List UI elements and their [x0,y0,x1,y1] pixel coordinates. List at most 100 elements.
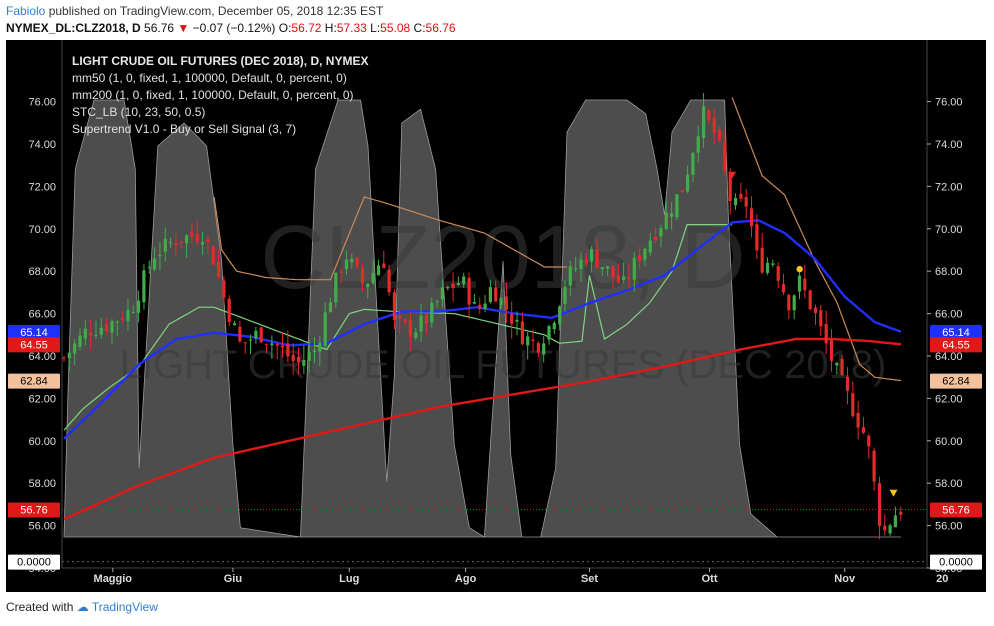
candle-body [781,284,786,293]
candle-body [105,323,109,332]
candle-body [472,302,476,304]
candle-body [547,326,551,340]
candle-body [435,301,439,303]
candle-body [126,309,130,322]
candle-body [755,224,759,251]
candle-body [185,235,189,244]
candle-body [563,286,567,304]
legend-mm50: mm50 (1, 0, fixed, 1, 100000, Default, 0… [72,71,347,85]
publish-line: Fabiolo published on TradingView.com, De… [6,4,383,18]
candle-body [760,247,764,273]
candle-body [483,303,487,309]
y-tick-label-right: 74.00 [935,139,963,151]
candle-body [350,258,354,263]
candle-body [712,117,716,133]
open-value: 56.72 [291,21,322,35]
candle-body [787,295,791,311]
price-chart[interactable]: CLZ2018, D LIGHT CRUDE OIL FUTURES (DEC … [6,40,986,592]
x-tick-label: Ago [455,573,477,585]
candle-body [307,351,311,361]
y-tick-label-right: 76.00 [935,97,963,109]
candle-body [590,249,594,262]
y-tick-label-left: 66.00 [28,309,56,321]
candle-body [211,246,215,265]
candle-body [638,255,642,261]
candle-body [526,336,530,346]
price-tag-text-right: 62.84 [942,376,970,388]
high-value: 57.33 [336,21,367,35]
candle-body [744,197,748,207]
candle-body [488,287,492,303]
y-tick-label-left: 64.00 [28,351,56,363]
candle-body [888,525,892,534]
candle-body [366,283,370,288]
tradingview-logo-icon: ☁ [76,600,89,614]
price-tag-text-left: 62.84 [20,376,48,388]
y-tick-label-left: 58.00 [28,478,56,490]
candle-body [659,228,663,237]
candle-body [360,268,365,284]
candle-body [355,258,359,267]
candle-body [440,287,444,300]
candle-body [312,350,317,353]
legend-mm200: mm200 (1, 0, fixed, 1, 100000, Default, … [72,88,354,102]
candle-body [334,272,338,303]
y-tick-label-right: 70.00 [935,224,963,236]
candle-body [877,483,882,526]
x-tick-label: Giu [224,573,242,585]
created-with-text: Created with [6,600,74,614]
candle-body [776,266,780,281]
candle-body [158,254,162,257]
x-tick-label: Lug [339,573,359,585]
candle-body [163,238,167,252]
candle-body [893,515,897,528]
candle-body [318,342,322,352]
candle-body [749,208,754,227]
footer: Created with ☁ TradingView [6,600,158,614]
candle-body [845,376,850,391]
candle-body [584,259,588,264]
y-tick-label-left: 62.00 [28,393,56,405]
candle-body [99,327,103,335]
candle-body [153,258,157,270]
candle-body [328,302,333,313]
candle-body [254,330,258,339]
candle-body [504,296,508,310]
watermark-symbol: CLZ2018, D [260,208,745,308]
x-tick-label: Maggio [94,573,133,585]
tradingview-link[interactable]: TradingView [92,600,158,614]
candle-body [227,298,231,323]
candle-body [392,292,396,320]
candle-body [829,340,834,362]
high-label: H: [324,21,337,35]
candle-body [840,358,844,376]
candle-body [600,267,604,270]
candle-body [419,315,423,332]
candle-body [233,323,237,326]
price-tag-text-right: 56.76 [942,504,970,516]
candle-body [190,232,194,237]
candle-body [131,312,135,314]
candle-body [286,343,290,357]
candle-body [771,263,775,265]
candle-body [67,352,71,359]
candle-body [94,335,98,337]
candle-body [648,240,652,253]
candle-body [408,320,412,337]
candle-body [217,261,221,277]
price-tag-text-left: 0.0000 [17,557,51,569]
candle-body [430,302,434,323]
author-link[interactable]: Fabiolo [6,4,45,18]
published-text: published on TradingView.com, December 0… [48,4,384,18]
candle-body [195,234,199,242]
candle-body [323,312,327,346]
candle-body [813,307,818,314]
candle-body [403,319,407,323]
y-tick-label-left: 74.00 [28,139,56,151]
candle-body [238,326,242,342]
candle-body [264,343,269,345]
candle-body [174,243,178,246]
candle-body [696,136,700,153]
candle-body [270,343,274,346]
chart-panel[interactable]: CLZ2018, D LIGHT CRUDE OIL FUTURES (DEC … [6,40,986,592]
